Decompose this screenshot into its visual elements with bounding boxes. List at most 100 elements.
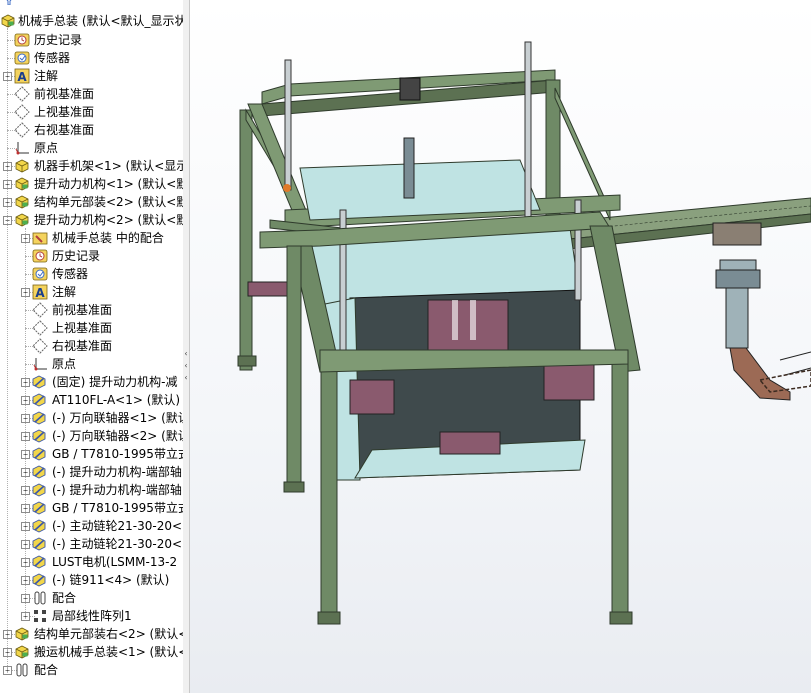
sensor-icon: [32, 266, 48, 282]
tree-item-label: (-) 主动链轮21-30-20<: [52, 537, 183, 551]
tree-item[interactable]: 上视基准面: [0, 319, 183, 337]
mates-folder-icon: [32, 230, 48, 246]
subpart-icon: [32, 464, 48, 480]
collapse-arrows-icon[interactable]: ‹ ‹ ‹: [183, 348, 189, 388]
assembly-icon: [14, 176, 30, 192]
assembly-icon: [0, 13, 16, 29]
tree-item-label: 结构单元部装<2> (默认<默: [34, 195, 184, 209]
tree-item[interactable]: + (-) 提升动力机构-端部轴: [0, 463, 183, 481]
tree-item-label: 上视基准面: [34, 105, 95, 119]
tree-item[interactable]: 传感器: [0, 265, 183, 283]
tree-item-label: (-) 万向联轴器<1> (默认: [52, 411, 184, 425]
history-icon: [14, 32, 30, 48]
tree-item[interactable]: + (-) 万向联轴器<1> (默认: [0, 409, 183, 427]
subpart-icon: [32, 536, 48, 552]
tree-item[interactable]: + (-) 主动链轮21-30-20<: [0, 535, 183, 553]
feature-manager-tree: 机械手总装 (默认<默认_显示状 历史记录 传感器 + A 注解 前视基准面 上视基准面 右视…: [0, 0, 184, 693]
tree-item[interactable]: 前视基准面: [0, 301, 183, 319]
svg-text:A: A: [17, 70, 27, 84]
pattern-icon: [32, 608, 48, 624]
subpart-icon: [32, 482, 48, 498]
vertical-pipe-assembly: [715, 259, 811, 401]
tree-item[interactable]: + 机器手机架<1> (默认<显示: [0, 157, 183, 175]
tree-item-label: 原点: [52, 357, 77, 371]
tree-item[interactable]: 前视基准面: [0, 85, 183, 103]
graphics-area[interactable]: [190, 0, 811, 693]
annotation-icon: A: [14, 68, 30, 84]
assembly-model-view[interactable]: [190, 0, 811, 693]
sensor-icon: [14, 50, 30, 66]
tree-item[interactable]: 右视基准面: [0, 121, 183, 139]
tree-item[interactable]: 右视基准面: [0, 337, 183, 355]
tree-item[interactable]: 原点: [0, 139, 183, 157]
tree-item-label: 机械手总装 中的配合: [52, 231, 164, 245]
tree-item[interactable]: + GB / T7810-1995带立式: [0, 445, 183, 463]
tree-item-label: 局部线性阵列1: [52, 609, 132, 623]
mates-icon: [14, 662, 30, 678]
subpart-icon: [32, 554, 48, 570]
tree-top-assembly[interactable]: 机械手总装 (默认<默认_显示状: [0, 12, 183, 30]
tree-item[interactable]: + GB / T7810-1995带立式: [0, 499, 183, 517]
tree-item[interactable]: + (-) 万向联轴器<2> (默认: [0, 427, 183, 445]
filter-icon: [1, 0, 17, 10]
tree-item[interactable]: + 配合: [0, 661, 183, 679]
tree-item[interactable]: + 机械手总装 中的配合: [0, 229, 183, 247]
subpart-icon: [32, 572, 48, 588]
tree-item[interactable]: + LUST电机(LSMM-13-2: [0, 553, 183, 571]
tree-item-label: 配合: [34, 663, 59, 677]
tree-item[interactable]: + 结构单元部装右<2> (默认<: [0, 625, 183, 643]
tree-item-label: 前视基准面: [52, 303, 113, 317]
tree-item-label: 搬运机械手总装<1> (默认<: [34, 645, 184, 659]
tree-item[interactable]: + (-) 提升动力机构-端部轴: [0, 481, 183, 499]
tree-guide-line: [25, 228, 26, 618]
tree-item-label: 历史记录: [52, 249, 101, 263]
tree-item[interactable]: 历史记录: [0, 31, 183, 49]
assembly-icon: [14, 194, 30, 210]
tree-item[interactable]: + A 注解: [0, 283, 183, 301]
subpart-icon: [32, 428, 48, 444]
tree-item-label: 结构单元部装右<2> (默认<: [34, 627, 184, 641]
plane-icon: [32, 320, 48, 336]
tree-item[interactable]: + 提升动力机构<1> (默认<默: [0, 175, 183, 193]
tree-item-label: (-) 链911<4> (默认): [52, 573, 170, 587]
assembly-icon: [14, 626, 30, 642]
tree-item[interactable]: − 提升动力机构<2> (默认<默: [0, 211, 183, 229]
subpart-icon: [32, 500, 48, 516]
tree-item[interactable]: + 局部线性阵列1: [0, 607, 183, 625]
plane-icon: [14, 86, 30, 102]
assembly-icon: [14, 644, 30, 660]
tree-item-label: 右视基准面: [34, 123, 95, 137]
tree-guide-line: [7, 28, 8, 672]
origin-icon: [32, 356, 48, 372]
subpart-icon: [32, 392, 48, 408]
tree-item-label: 提升动力机构<2> (默认<默: [34, 213, 184, 227]
tree-item[interactable]: + (-) 链911<4> (默认): [0, 571, 183, 589]
tree-item-label: 原点: [34, 141, 59, 155]
tree-item[interactable]: 历史记录: [0, 247, 183, 265]
tree-item-label: GB / T7810-1995带立式: [52, 447, 184, 461]
tree-item[interactable]: + 搬运机械手总装<1> (默认<: [0, 643, 183, 661]
tree-item[interactable]: 上视基准面: [0, 103, 183, 121]
tree-item-label: (-) 主动链轮21-30-20<: [52, 519, 183, 533]
plane-icon: [32, 338, 48, 354]
annotation-icon: A: [32, 284, 48, 300]
tree-item[interactable]: 传感器: [0, 49, 183, 67]
tree-item-label: (-) 提升动力机构-端部轴: [52, 465, 182, 479]
tree-item[interactable]: + AT110FL-A<1> (默认): [0, 391, 183, 409]
tree-item[interactable]: 原点: [0, 355, 183, 373]
tree-item-label: (-) 提升动力机构-端部轴: [52, 483, 182, 497]
tree-item-label: 配合: [52, 591, 77, 605]
tree-item[interactable]: + 结构单元部装<2> (默认<默: [0, 193, 183, 211]
tree-item[interactable]: + 配合: [0, 589, 183, 607]
tree-item[interactable]: + A 注解: [0, 67, 183, 85]
origin-icon: [14, 140, 30, 156]
tree-item-label: LUST电机(LSMM-13-2: [52, 555, 178, 569]
tree-item[interactable]: + (固定) 提升动力机构-减: [0, 373, 183, 391]
tree-item-label: 机器手机架<1> (默认<显示: [34, 159, 184, 173]
tree-item[interactable]: + (-) 主动链轮21-30-20<: [0, 517, 183, 535]
tree-item-label: 注解: [34, 69, 59, 83]
subpart-icon: [32, 446, 48, 462]
panel-splitter[interactable]: ‹ ‹ ‹: [183, 0, 190, 693]
tree-top-assembly-label: 机械手总装 (默认<默认_显示状: [18, 14, 184, 28]
tree-item-label: 提升动力机构<1> (默认<默: [34, 177, 184, 191]
